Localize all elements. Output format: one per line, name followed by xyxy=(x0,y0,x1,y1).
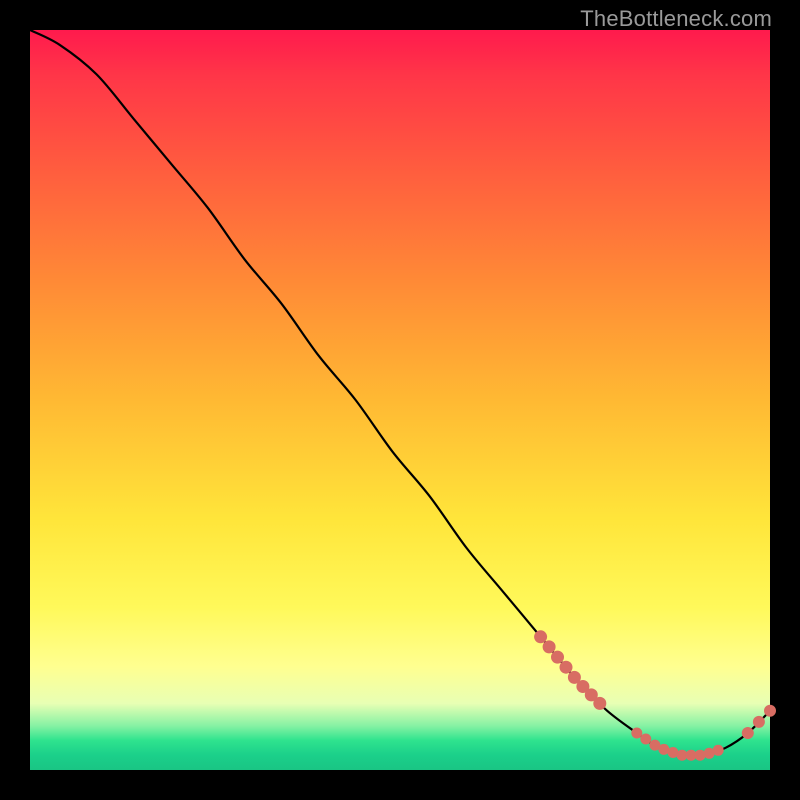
data-marker xyxy=(713,745,724,756)
data-marker xyxy=(631,728,642,739)
marker-group xyxy=(534,630,776,760)
data-marker xyxy=(764,705,776,717)
chart-frame: TheBottleneck.com xyxy=(0,0,800,800)
data-marker xyxy=(543,640,556,653)
data-marker xyxy=(593,697,606,710)
data-marker xyxy=(753,716,765,728)
data-marker xyxy=(695,750,706,761)
data-marker xyxy=(640,734,651,745)
data-marker xyxy=(560,661,573,674)
data-marker xyxy=(534,630,547,643)
data-marker xyxy=(551,651,564,664)
watermark-text: TheBottleneck.com xyxy=(580,6,772,32)
bottleneck-curve xyxy=(30,30,770,756)
data-marker xyxy=(742,727,754,739)
chart-overlay xyxy=(30,30,770,770)
